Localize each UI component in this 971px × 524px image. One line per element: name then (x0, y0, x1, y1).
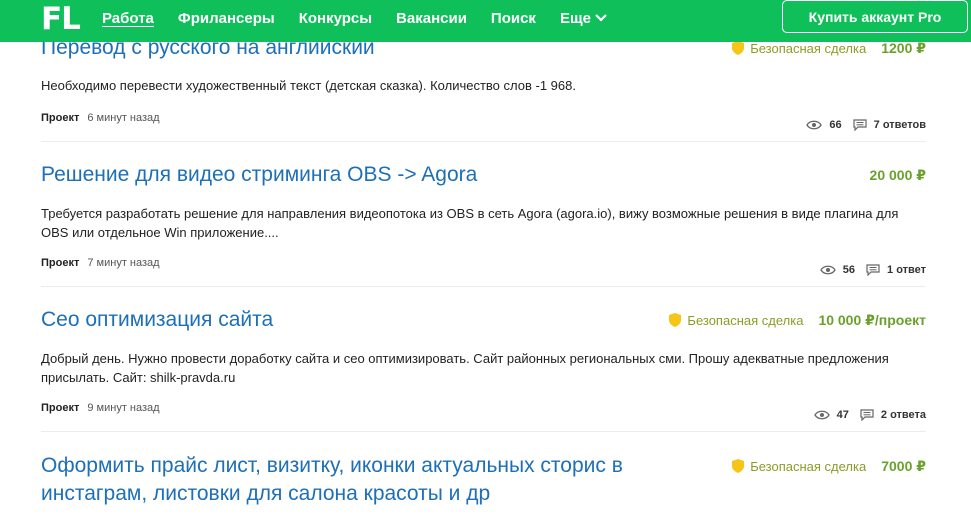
nav-item-search[interactable]: Поиск (491, 10, 536, 27)
eye-icon (813, 410, 830, 420)
eye-icon (820, 265, 836, 275)
safe-deal-badge: Безопасная сделка (732, 41, 866, 56)
shield-icon (732, 459, 745, 473)
answers-value: 7 ответов (873, 119, 926, 131)
project-stats: 66 7 ответов (806, 119, 926, 131)
project-title[interactable]: Решение для видео стриминга OBS -> Agora (41, 161, 721, 189)
views-count: 56 (820, 264, 855, 276)
answers-value: 1 ответ (887, 264, 926, 276)
nav-item-work[interactable]: Работа (102, 10, 154, 27)
answers-link[interactable]: 1 ответ (866, 264, 926, 276)
nav-item-contests[interactable]: Конкурсы (299, 10, 372, 27)
nav-item-vacancies[interactable]: Вакансии (396, 10, 467, 27)
views-value: 47 (836, 409, 849, 421)
shield-icon (732, 41, 745, 55)
safe-deal-label: Безопасная сделка (750, 458, 867, 474)
answers-link[interactable]: 2 ответа (860, 409, 926, 421)
views-count: 47 (813, 409, 849, 421)
project-price: 1200 ₽ (881, 39, 926, 56)
project-stats: 47 2 ответа (813, 409, 926, 421)
views-value: 66 (829, 119, 842, 131)
safe-deal-badge: Безопасная сделка (732, 459, 866, 474)
project-price: 10 000 ₽/проект (818, 311, 926, 328)
main-nav: Работа Фрилансеры Конкурсы Вакансии Поис… (102, 0, 632, 36)
project-time: 6 минут назад (87, 112, 160, 124)
project-price: 7000 ₽ (881, 457, 926, 474)
project-meta: 20 000 ₽ (870, 161, 926, 189)
project-time: 7 минут назад (87, 257, 160, 269)
safe-deal-badge: Безопасная сделка (669, 313, 803, 328)
nav-item-freelancers[interactable]: Фрилансеры (178, 10, 275, 27)
project-type-time: Проект 7 минут назад (41, 257, 160, 269)
eye-icon (806, 120, 823, 130)
answers-value: 2 ответа (880, 409, 926, 421)
chevron-down-icon (595, 14, 607, 22)
nav-item-more-label: Еще (559, 9, 591, 27)
project-stats: 56 1 ответ (820, 264, 926, 276)
safe-deal-label: Безопасная сделка (750, 40, 867, 56)
divider (41, 286, 926, 287)
views-count: 66 (806, 119, 842, 131)
buy-pro-button[interactable]: Купить аккаунт Pro (782, 0, 968, 33)
project-type-time: Проект 9 минут назад (41, 402, 160, 414)
project-description: Необходимо перевести художественный текс… (41, 78, 576, 93)
project-title[interactable]: Сео оптимизация сайта (41, 306, 721, 334)
nav-item-more[interactable]: Еще (560, 10, 608, 27)
project-type-time: Проект 6 минут назад (41, 112, 160, 124)
answers-link[interactable]: 7 ответов (853, 119, 926, 131)
divider (41, 141, 926, 142)
project-time: 9 минут назад (87, 402, 160, 414)
views-value: 56 (842, 264, 856, 276)
project-type: Проект (41, 257, 80, 269)
project-description: Требуется разработать решение для направ… (41, 206, 899, 240)
logo[interactable]: FL (41, 0, 81, 38)
shield-icon (669, 313, 682, 327)
project-type: Проект (41, 402, 80, 414)
comment-icon (866, 264, 880, 276)
comment-icon (860, 409, 874, 421)
project-description: Добрый день. Нужно провести доработку са… (41, 351, 889, 385)
safe-deal-label: Безопасная сделка (687, 312, 804, 328)
comment-icon (853, 119, 867, 131)
top-navbar: FL Работа Фрилансеры Конкурсы Вакансии П… (0, 0, 971, 42)
project-type: Проект (41, 112, 80, 124)
project-meta: Безопасная сделка 7000 ₽ (732, 452, 926, 480)
divider (41, 431, 926, 432)
project-price: 20 000 ₽ (869, 166, 926, 183)
project-meta: Безопасная сделка 10 000 ₽/проект (669, 306, 926, 334)
project-title[interactable]: Оформить прайс лист, визитку, иконки акт… (41, 452, 721, 508)
